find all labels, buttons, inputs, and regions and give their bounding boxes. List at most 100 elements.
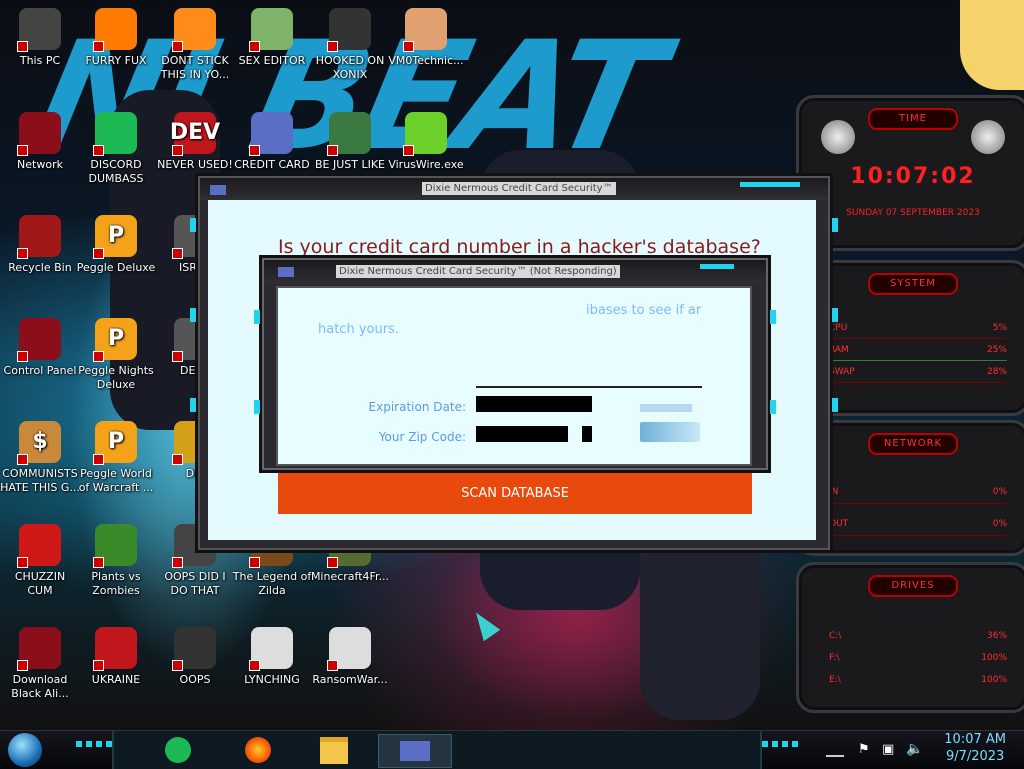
desktop-icon-hooked-on-xonix[interactable]: HOOKED ON XONIX [310, 8, 390, 82]
discord-dumbass-icon [93, 112, 137, 156]
desktop-icon-chuzzin[interactable]: CHUZZIN CUM [0, 524, 80, 598]
drive-e-value: 100% [981, 675, 1007, 685]
desktop-icon-label: COMMUNISTS HATE THIS G... [0, 467, 80, 494]
desktop-icon-pvz[interactable]: Plants vs Zombies [76, 524, 156, 598]
desktop-icon-label: Recycle Bin [8, 261, 72, 274]
shortcut-badge-icon [172, 351, 183, 362]
network-widget-title: NETWORK [868, 433, 958, 455]
app-icon [210, 185, 226, 195]
desktop-icon-label: This PC [19, 54, 61, 67]
drive-c-label: C:\ [829, 631, 842, 641]
alien-icon [821, 120, 855, 154]
sex-editor-icon [249, 8, 293, 52]
taskbar-credit-card-app[interactable] [378, 734, 452, 768]
shortcut-badge-icon [17, 248, 28, 259]
desktop-icon-label: Network [17, 158, 63, 171]
taskbar-firefox[interactable] [242, 734, 274, 766]
desktop-icon-be-just-like[interactable]: BE JUST LIKE [310, 112, 390, 172]
ram-value: 25% [986, 345, 1007, 355]
net-out-label: OUT [829, 519, 849, 529]
network-icon[interactable]: ▣ [882, 742, 894, 757]
shortcut-badge-icon [172, 41, 183, 52]
desktop-icon-vm0technic[interactable]: VM0Technic... [386, 8, 466, 68]
desktop-icon-viruswire[interactable]: VirusWire.exe [386, 112, 466, 172]
be-just-like-icon [327, 112, 371, 156]
net-in-value: 0% [992, 487, 1007, 497]
desktop-icon-label: VirusWire.exe [388, 158, 464, 171]
drives-widget: DRIVES C:\ 36% F:\ 100% E:\ 100% [796, 562, 1024, 713]
desktop-icon-recycle-bin[interactable]: Recycle Bin [0, 215, 80, 275]
shortcut-badge-icon [172, 145, 183, 156]
desktop-icon-furry-fux[interactable]: FURRY FUX [76, 8, 156, 68]
desktop-icon-network[interactable]: Network [0, 112, 80, 172]
desktop-icon-control-panel[interactable]: Control Panel [0, 318, 80, 378]
divider [829, 382, 1007, 383]
desktop-icon-dont-stick[interactable]: DONT STICK THIS IN YO... [155, 8, 235, 82]
taskbar-file-explorer[interactable] [318, 734, 350, 766]
vm0technic-icon [403, 8, 447, 52]
folder-icon [320, 736, 348, 764]
alien-icon [971, 120, 1005, 154]
cpu-label: CPU [829, 323, 848, 333]
frame-accent [190, 398, 196, 412]
shortcut-badge-icon [172, 454, 183, 465]
zip-field-extra[interactable] [582, 426, 592, 442]
not-responding-window[interactable]: Dixie Nermous Credit Card Security™ (Not… [254, 258, 776, 470]
hooked-on-xonix-icon [327, 8, 371, 52]
lynching-icon [249, 627, 293, 671]
flag-icon[interactable]: ⚑ [858, 742, 870, 757]
volume-icon[interactable]: 🔈 [906, 741, 923, 757]
window-title: Dixie Nermous Credit Card Security™ (Not… [336, 265, 620, 278]
expiration-label: Expiration Date: [368, 400, 466, 414]
taskbar: ⚑ ▣ 🔈 10:07 AM 9/7/2023 [0, 730, 1024, 769]
viruswire-icon [403, 112, 447, 156]
taskbar-time: 10:07 AM [944, 732, 1006, 747]
title-bar[interactable]: Dixie Nermous Credit Card Security™ (Not… [264, 260, 766, 284]
desktop-icon-peggle-nights[interactable]: P Peggle Nights Deluxe [76, 318, 156, 392]
drive-c-value: 36% [986, 631, 1007, 641]
drives-widget-title: DRIVES [868, 575, 958, 597]
shortcut-badge-icon [17, 660, 28, 671]
desktop-icon-sex-editor[interactable]: SEX EDITOR [232, 8, 312, 68]
title-bar[interactable]: Dixie Nermous Credit Card Security™ [200, 178, 828, 200]
ram-label: RAM [829, 345, 849, 355]
frame-accent [832, 218, 838, 232]
start-button[interactable] [8, 733, 42, 767]
shortcut-badge-icon [93, 454, 104, 465]
shortcut-badge-icon [249, 145, 260, 156]
desktop-icon-label: SEX EDITOR [238, 54, 306, 67]
expiration-field[interactable] [476, 396, 592, 412]
desktop-icon-label: OOPS DID I DO THAT [164, 570, 226, 597]
show-desktop-icon[interactable] [826, 741, 844, 757]
desktop-icon-label: VM0Technic... [388, 54, 464, 67]
desktop-icon-oops[interactable]: OOPS [155, 627, 235, 687]
shortcut-badge-icon [93, 351, 104, 362]
desktop-icon-never-used[interactable]: DEV NEVER USED! [155, 112, 235, 172]
desktop-icon-this-pc[interactable]: This PC [0, 8, 80, 68]
desktop-icon-peggle-deluxe[interactable]: P Peggle Deluxe [76, 215, 156, 275]
furry-fux-icon [93, 8, 137, 52]
zip-field[interactable] [476, 426, 568, 442]
taskbar-app-green[interactable] [162, 734, 194, 766]
desktop-icon-lynching[interactable]: LYNCHING [232, 627, 312, 687]
desktop-icon-peggle-wow[interactable]: P Peggle World of Warcraft ... [76, 421, 156, 495]
desktop-icon-ukraine[interactable]: UKRAINE [76, 627, 156, 687]
desktop-icon-black-ali[interactable]: Download Black Ali... [0, 627, 80, 701]
desktop-icon-discord-dumbass[interactable]: DISCORD DUMBASS [76, 112, 156, 186]
network-icon [17, 112, 61, 156]
desktop-icon-label: Plants vs Zombies [91, 570, 141, 597]
taskbar-clock[interactable]: 10:07 AM 9/7/2023 [944, 731, 1006, 765]
ransomware-icon [327, 627, 371, 671]
shortcut-badge-icon [327, 557, 338, 568]
shortcut-badge-icon [17, 145, 28, 156]
corner-character [960, 0, 1024, 90]
desktop-icon-ransomware[interactable]: RansomWar... [310, 627, 390, 687]
system-widget-title: SYSTEM [868, 273, 958, 295]
desktop-icon-communists[interactable]: $ COMMUNISTS HATE THIS G... [0, 421, 80, 495]
desktop-icon-credit-card[interactable]: CREDIT CARD [232, 112, 312, 172]
shortcut-badge-icon [93, 248, 104, 259]
shortcut-badge-icon [403, 41, 414, 52]
oops-icon [172, 627, 216, 671]
scan-database-button[interactable]: SCAN DATABASE [278, 473, 752, 514]
desktop-icon-label: UKRAINE [91, 673, 141, 686]
